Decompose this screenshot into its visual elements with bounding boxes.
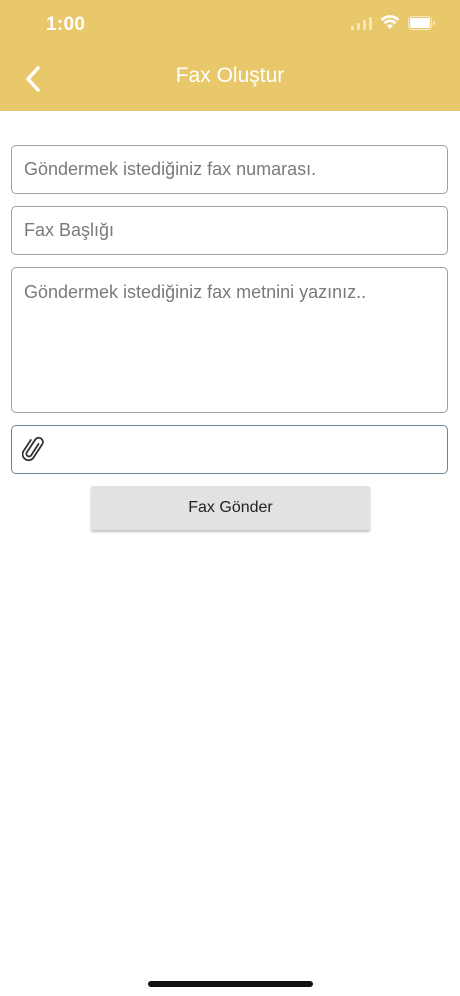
- attachment-field[interactable]: [11, 425, 448, 474]
- page-title: Fax Oluştur: [175, 64, 285, 87]
- send-fax-button[interactable]: Fax Gönder: [91, 486, 370, 530]
- fax-number-input[interactable]: [11, 145, 448, 194]
- home-indicator: [148, 981, 313, 987]
- fax-body-textarea[interactable]: [11, 267, 448, 413]
- status-time: 1:00: [46, 14, 86, 35]
- battery-icon: [408, 15, 435, 30]
- app-header: 1:00 Fax Oluştur: [0, 0, 460, 111]
- screen: 1:00 Fax Oluştur Göndermek istediğiniz f…: [0, 0, 460, 996]
- cellular-signal-icon: [351, 16, 372, 30]
- fax-title-input[interactable]: [11, 206, 448, 255]
- status-icons: [351, 15, 436, 30]
- paperclip-icon: [22, 436, 44, 462]
- wifi-icon: [380, 15, 400, 29]
